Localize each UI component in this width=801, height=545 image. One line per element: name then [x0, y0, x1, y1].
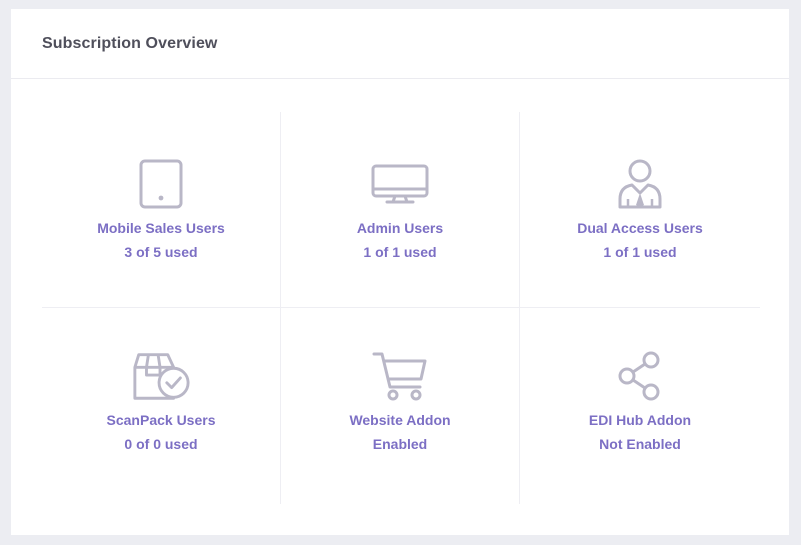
card-title: Subscription Overview [42, 34, 218, 52]
tile-usage-value: 0 of 0 used [124, 436, 198, 452]
tile-label: Website Addon [349, 412, 451, 428]
tile-website-addon: Website Addon Enabled [280, 308, 519, 504]
tile-admin-users: Admin Users 1 of 1 used [280, 112, 519, 308]
tablet-icon [131, 154, 191, 214]
tile-label: ScanPack Users [106, 412, 216, 428]
tile-usage-value: 3 of 5 used [124, 244, 198, 260]
tile-label: Admin Users [356, 220, 444, 236]
subscription-grid: Mobile Sales Users 3 of 5 used Admin Use… [42, 112, 760, 504]
tile-dual-access-users: Dual Access Users 1 of 1 used [519, 112, 760, 308]
tile-usage-value: 1 of 1 used [363, 244, 437, 260]
tile-usage-value: 1 of 1 used [603, 244, 677, 260]
tile-status-value: Not Enabled [599, 436, 681, 452]
subscription-overview-card: Subscription Overview Mobile Sales Users… [11, 9, 789, 535]
tile-mobile-sales-users: Mobile Sales Users 3 of 5 used [42, 112, 280, 308]
monitor-icon [370, 154, 430, 214]
tile-label: Dual Access Users [577, 220, 703, 236]
tile-status-value: Enabled [372, 436, 428, 452]
share-icon [610, 346, 670, 406]
tile-edi-hub-addon: EDI Hub Addon Not Enabled [519, 308, 760, 504]
tile-label: EDI Hub Addon [588, 412, 692, 428]
box-check-icon [131, 346, 191, 406]
user-suit-icon [610, 154, 670, 214]
tile-label: Mobile Sales Users [97, 220, 225, 236]
tile-scanpack-users: ScanPack Users 0 of 0 used [42, 308, 280, 504]
card-header: Subscription Overview [11, 9, 789, 79]
shopping-cart-icon [370, 346, 430, 406]
